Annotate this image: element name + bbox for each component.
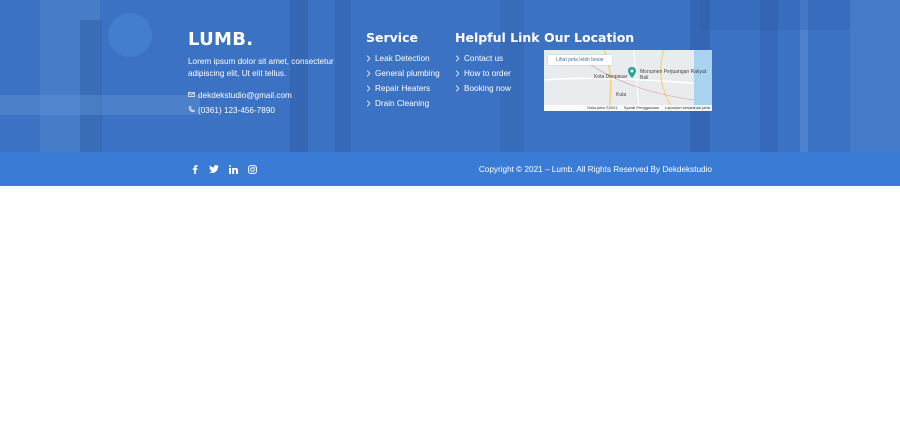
chevron-right-icon bbox=[366, 85, 371, 92]
service-link-drain-cleaning[interactable]: Drain Cleaning bbox=[366, 96, 440, 111]
map-footer: Data peta ©2021 Syarat Penggunaan Lapork… bbox=[544, 105, 712, 111]
helpful-link-booking-now[interactable]: Booking now bbox=[455, 81, 511, 96]
service-link-label: Drain Cleaning bbox=[375, 98, 430, 108]
service-link-leak-detection[interactable]: Leak Detection bbox=[366, 51, 440, 66]
helpful-link-label: How to order bbox=[464, 68, 511, 78]
chevron-right-icon bbox=[455, 85, 460, 92]
chevron-right-icon bbox=[455, 70, 460, 77]
facebook-icon[interactable] bbox=[190, 164, 200, 174]
service-link-label: Repair Heaters bbox=[375, 83, 431, 93]
map-pin-icon bbox=[628, 67, 636, 78]
map-place-label: Monumen Perjuangan Rakyat Bali bbox=[640, 69, 707, 81]
service-link-label: Leak Detection bbox=[375, 53, 430, 63]
map-data-credit: Data peta ©2021 bbox=[587, 105, 618, 110]
helpful-links: Contact us How to order Booking now bbox=[455, 51, 511, 96]
phone-icon bbox=[188, 106, 195, 115]
helpful-link-title: Helpful Link bbox=[455, 30, 540, 45]
view-larger-map-button[interactable]: Lihat peta lebih besar bbox=[548, 55, 612, 65]
map-city-label: Kota Denpasar bbox=[594, 74, 628, 80]
our-location-title: Our Location bbox=[544, 30, 635, 45]
copyright-text: Copyright © 2021 – Lumb. All Rights Rese… bbox=[478, 165, 712, 174]
helpful-link-label: Contact us bbox=[464, 53, 504, 63]
helpful-link-label: Booking now bbox=[464, 83, 511, 93]
location-map[interactable]: Lihat peta lebih besar Monumen Perjuanga… bbox=[544, 50, 712, 111]
chevron-right-icon bbox=[366, 70, 371, 77]
email-text: dekdekstudio@gmail.com bbox=[198, 91, 292, 100]
chevron-right-icon bbox=[366, 55, 371, 62]
chevron-right-icon bbox=[366, 100, 371, 107]
footer-content: LUMB. Lorem ipsum dolor sit amet, consec… bbox=[188, 0, 718, 152]
service-link-label: General plumbing bbox=[375, 68, 440, 78]
helpful-link-contact-us[interactable]: Contact us bbox=[455, 51, 511, 66]
map-report-link[interactable]: Laporkan kesalahan peta bbox=[665, 105, 710, 111]
phone-contact[interactable]: (0361) 123-456-7890 bbox=[188, 106, 275, 115]
linkedin-icon[interactable] bbox=[228, 164, 238, 174]
envelope-icon bbox=[188, 91, 195, 100]
brand-logo[interactable]: LUMB. bbox=[188, 29, 253, 50]
social-links bbox=[190, 164, 257, 174]
chevron-right-icon bbox=[455, 55, 460, 62]
map-terms-link[interactable]: Syarat Penggunaan bbox=[624, 105, 659, 111]
footer-top: LUMB. Lorem ipsum dolor sit amet, consec… bbox=[0, 0, 900, 152]
service-link-general-plumbing[interactable]: General plumbing bbox=[366, 66, 440, 81]
twitter-icon[interactable] bbox=[209, 164, 219, 174]
helpful-link-how-to-order[interactable]: How to order bbox=[455, 66, 511, 81]
about-text: Lorem ipsum dolor sit amet, consectetur … bbox=[188, 57, 334, 78]
footer-bottom-bar: Copyright © 2021 – Lumb. All Rights Rese… bbox=[0, 152, 900, 186]
service-title: Service bbox=[366, 30, 418, 45]
phone-text: (0361) 123-456-7890 bbox=[198, 106, 275, 115]
instagram-icon[interactable] bbox=[247, 164, 257, 174]
service-links: Leak Detection General plumbing Repair H… bbox=[366, 51, 440, 111]
service-link-repair-heaters[interactable]: Repair Heaters bbox=[366, 81, 440, 96]
email-contact[interactable]: dekdekstudio@gmail.com bbox=[188, 91, 292, 100]
map-district-label: Kuta bbox=[616, 92, 627, 98]
